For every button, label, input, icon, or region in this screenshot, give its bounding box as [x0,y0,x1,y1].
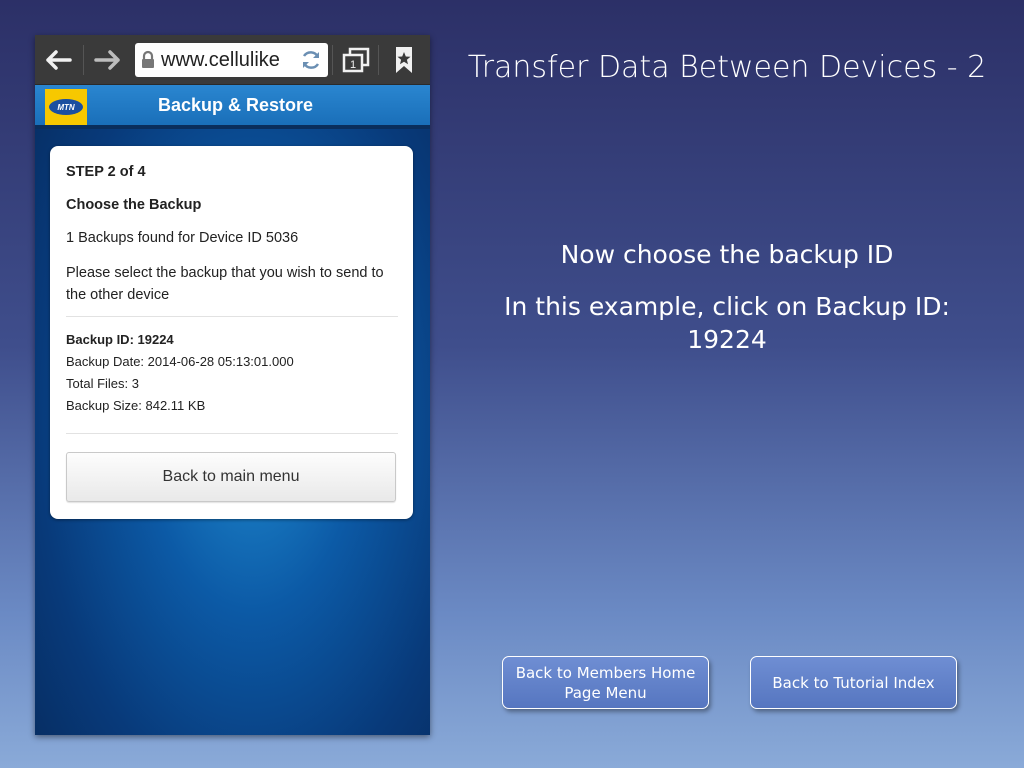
mtn-logo-text: MTN [49,99,83,115]
app-header: Backup & Restore MTN [35,85,430,129]
example-text: In this example, click on Backup ID: 192… [504,292,950,354]
instruction-text: Now choose the backup ID [560,240,894,269]
slide-title: Transfer Data Between Devices - 2 [467,50,987,85]
toolbar-divider [378,45,379,75]
app-title: Backup & Restore [157,95,314,115]
backup-id-link[interactable]: Backup ID: 19224 [66,332,174,347]
back-arrow-icon[interactable] [37,35,81,85]
card-heading: Choose the Backup [66,197,202,213]
browser-toolbar: www.cellulike 1 [35,35,430,85]
phone-screenshot: www.cellulike 1 Backup & Restore MTN STE… [35,35,430,735]
toolbar-divider [83,45,84,75]
back-to-tutorial-index-button[interactable]: Back to Tutorial Index [750,656,957,709]
backup-date: Backup Date: 2014-06-28 05:13:01.000 [66,354,294,369]
lock-icon [135,43,161,77]
address-bar[interactable]: www.cellulike [135,43,328,77]
back-to-members-menu-button[interactable]: Back to Members Home Page Menu [502,656,709,709]
divider [66,316,398,317]
forward-arrow-icon[interactable] [85,35,129,85]
backup-size: Backup Size: 842.11 KB [66,398,206,413]
divider [66,433,398,434]
backup-total-files: Total Files: 3 [66,376,139,391]
toolbar-divider [332,45,333,75]
reload-icon[interactable] [294,43,328,77]
backup-card: STEP 2 of 4 Choose the Backup 1 Backups … [50,146,413,519]
back-to-main-menu-button[interactable]: Back to main menu [66,452,396,502]
mtn-logo: MTN [45,89,87,125]
url-text[interactable]: www.cellulike [161,49,294,72]
backups-found-text: 1 Backups found for Device ID 5036 [66,230,299,246]
step-indicator: STEP 2 of 4 [66,164,146,180]
tabs-icon[interactable]: 1 [338,44,374,76]
select-prompt: Please select the backup that you wish t… [66,265,384,303]
bookmark-icon[interactable] [387,44,421,76]
tab-count: 1 [350,59,356,71]
